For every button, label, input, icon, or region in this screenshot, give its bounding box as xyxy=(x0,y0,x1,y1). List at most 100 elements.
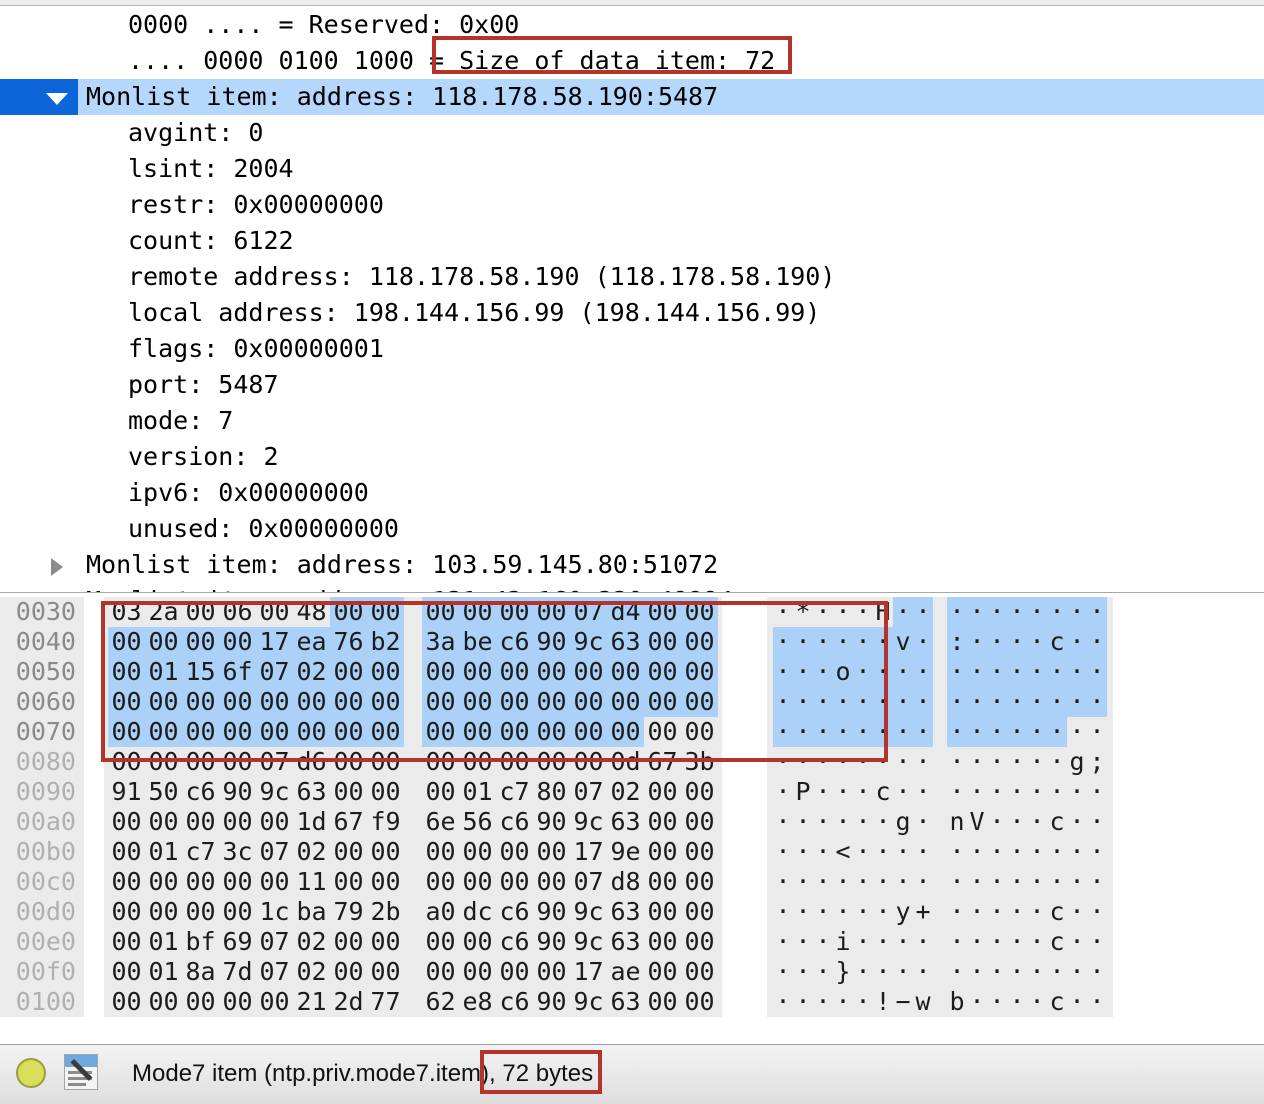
hex-row[interactable]: 0080 00 00 00 00 07 d6 00 00 00 00 00 00 00 0d 67 3b · · · ·… xyxy=(0,747,1113,777)
tree-row[interactable]: Monlist item: address: 118.178.58.190:54… xyxy=(0,79,1264,115)
hex-byte: 00 xyxy=(111,927,142,956)
packet-bytes-pane[interactable]: 0030 03 2a 00 06 00 48 00 00 00 00 00 00 07 d4 00 00 · * · ·… xyxy=(0,592,1264,1044)
hex-byte: 00 xyxy=(570,717,607,747)
tree-row[interactable]: port: 5487 xyxy=(0,367,1264,403)
tree-row[interactable]: Monlist item: address: 103.59.145.80:510… xyxy=(0,547,1264,583)
ascii-char: − xyxy=(895,987,911,1016)
protocol-tree[interactable]: 0000 .... = Reserved: 0x00 .... 0000 0100… xyxy=(0,7,1264,592)
expander-closed-icon[interactable] xyxy=(0,583,78,592)
expert-info-circle-icon[interactable] xyxy=(16,1058,46,1088)
hex-byte: 63 xyxy=(610,927,641,956)
ascii-char: · xyxy=(835,777,851,806)
hex-byte: 2d xyxy=(333,987,364,1016)
ascii-char: · xyxy=(1007,687,1027,717)
hex-byte: 00 xyxy=(422,687,459,717)
hex-byte: 00 xyxy=(333,927,364,956)
ascii-char: · xyxy=(1009,777,1025,806)
tree-row-label: 0000 .... = Reserved: 0x00 xyxy=(128,10,520,39)
hex-byte: 79 xyxy=(333,897,364,926)
ascii-char: · xyxy=(1049,777,1065,806)
hex-byte: 07 xyxy=(259,837,290,866)
tree-row-label: count: 6122 xyxy=(128,226,294,255)
ascii-char: · xyxy=(773,627,793,657)
hex-row[interactable]: 00f0 00 01 8a 7d 07 02 00 00 00 00 00 00 17 ae 00 00 · · ·}… xyxy=(0,957,1113,987)
ascii-char: · xyxy=(835,987,851,1016)
hex-row[interactable]: 00e0 00 01 bf 69 07 02 00 00 00 00 c6 90 9c 63 00 00 · · · i… xyxy=(0,927,1113,957)
hex-byte: 07 xyxy=(573,867,604,896)
hex-byte: 00 xyxy=(570,687,607,717)
ascii-char: g xyxy=(1069,747,1085,776)
tree-row[interactable]: count: 6122 xyxy=(0,223,1264,259)
tree-row[interactable]: Monlist item: address: 121.43.160.220:49… xyxy=(0,583,1264,592)
tree-row[interactable]: mode: 7 xyxy=(0,403,1264,439)
wireshark-packet-view: 0000 .... = Reserved: 0x00 .... 0000 0100… xyxy=(0,0,1264,1104)
hex-byte-group: 00 00 00 00 00 00 00 00 00 00 00 00 00 00 00 00 xyxy=(104,687,722,717)
ascii-char: · xyxy=(915,867,931,896)
hex-byte: c6 xyxy=(499,807,530,836)
ascii-char: · xyxy=(835,897,851,926)
hex-byte: 00 xyxy=(684,717,715,746)
hex-row[interactable]: 0100 00 00 00 00 00 21 2d 77 62 e8 c6 90 9c 63 00 00 · · · ·… xyxy=(0,987,1113,1017)
hex-byte: 00 xyxy=(425,777,456,806)
tree-row[interactable]: 0000 .... = Reserved: 0x00 xyxy=(0,7,1264,43)
hex-byte: 00 xyxy=(533,687,570,717)
hex-byte: 00 xyxy=(108,657,145,687)
tree-row[interactable]: flags: 0x00000001 xyxy=(0,331,1264,367)
hex-row[interactable]: 00a0 00 00 00 00 00 1d 67 f9 6e 56 c6 90 9c 63 00 00 · · · ·… xyxy=(0,807,1113,837)
hex-byte: 00 xyxy=(459,597,496,627)
hex-byte: f9 xyxy=(370,807,401,836)
hex-byte: 00 xyxy=(108,717,145,747)
hex-row[interactable]: 00b0 00 01 c7 3c 07 02 00 00 00 00 00 00 17 9e 00 00 · · · <… xyxy=(0,837,1113,867)
hex-byte: 00 xyxy=(367,717,404,747)
hex-byte-group: 00 00 00 00 00 11 00 00 00 00 00 00 07 d8 00 00 xyxy=(104,867,722,897)
hex-row[interactable]: 0030 03 2a 00 06 00 48 00 00 00 00 00 00 07 d4 00 00 · * · ·… xyxy=(0,597,1113,627)
ascii-char: · xyxy=(969,927,985,956)
ascii-char: c xyxy=(1047,627,1067,657)
expander-closed-icon[interactable] xyxy=(0,547,78,583)
hex-byte: 00 xyxy=(148,807,179,836)
tree-row[interactable]: avgint: 0 xyxy=(0,115,1264,151)
tree-row[interactable]: local address: 198.144.156.99 (198.144.1… xyxy=(0,295,1264,331)
tree-row[interactable]: ipv6: 0x00000000 xyxy=(0,475,1264,511)
ascii-char: · xyxy=(1047,597,1067,627)
tree-row[interactable]: unused: 0x00000000 xyxy=(0,511,1264,547)
ascii-char: · xyxy=(855,957,871,986)
hex-row[interactable]: 00c0 00 00 00 00 00 11 00 00 00 00 00 00 07 d8 00 00 · · · ·… xyxy=(0,867,1113,897)
hex-row[interactable]: 0090 91 50 c6 90 9c 63 00 00 00 01 c7 80 07 02 00 00 · P · ·… xyxy=(0,777,1113,807)
hex-offset: 0060 xyxy=(0,687,84,717)
tree-row[interactable]: lsint: 2004 xyxy=(0,151,1264,187)
hex-byte: 9c xyxy=(573,987,604,1016)
ascii-char: · xyxy=(795,987,811,1016)
ascii-char: · xyxy=(967,687,987,717)
tree-row[interactable]: restr: 0x00000000 xyxy=(0,187,1264,223)
hex-byte: 00 xyxy=(422,657,459,687)
expander-open-icon[interactable] xyxy=(0,79,78,115)
ascii-char: · xyxy=(793,657,813,687)
hex-row[interactable]: 0040 00 00 00 00 17 ea 76 b2 3a be c6 90 9c 63 00 00 · · · ·… xyxy=(0,627,1113,657)
packet-detail-pane[interactable]: 0000 .... = Reserved: 0x00 .... 0000 0100… xyxy=(0,7,1264,592)
ascii-char: · xyxy=(1007,627,1027,657)
ascii-char: · xyxy=(1069,867,1085,896)
hex-row[interactable]: 00d0 00 00 00 00 1c ba 79 2b a0 dc c6 90 9c 63 00 00 · · · ·… xyxy=(0,897,1113,927)
hex-dump[interactable]: 0030 03 2a 00 06 00 48 00 00 00 00 00 00 07 d4 00 00 · * · ·… xyxy=(0,597,1113,1017)
tree-row[interactable]: .... 0000 0100 1000 = Size of data item:… xyxy=(0,43,1264,79)
ascii-char: · xyxy=(873,657,893,687)
ascii-char: · xyxy=(855,747,871,776)
ascii-group: · · ·} · · · · · · · · · · · · xyxy=(767,957,1113,987)
hex-byte: 00 xyxy=(219,687,256,717)
hex-byte: 00 xyxy=(684,777,715,806)
capture-file-edit-icon[interactable] xyxy=(64,1054,98,1090)
hex-byte: 00 xyxy=(370,777,401,806)
hex-row[interactable]: 0070 00 00 00 00 00 00 00 00 00 00 00 00 00 00 00 00 · · · ·… xyxy=(0,717,1113,747)
ascii-char: b xyxy=(949,987,965,1016)
hex-row[interactable]: 0050 00 01 15 6f 07 02 00 00 00 00 00 00 00 00 00 00 · · · o… xyxy=(0,657,1113,687)
ascii-char: · xyxy=(1049,747,1065,776)
tree-row-label: version: 2 xyxy=(128,442,279,471)
hex-byte: 00 xyxy=(182,687,219,717)
tree-row[interactable]: version: 2 xyxy=(0,439,1264,475)
ascii-char: · xyxy=(969,747,985,776)
hex-byte: 00 xyxy=(185,987,216,1016)
hex-row[interactable]: 0060 00 00 00 00 00 00 00 00 00 00 00 00 00 00 00 00 · · · ·… xyxy=(0,687,1113,717)
ascii-char: · xyxy=(913,687,933,717)
tree-row[interactable]: remote address: 118.178.58.190 (118.178.… xyxy=(0,259,1264,295)
